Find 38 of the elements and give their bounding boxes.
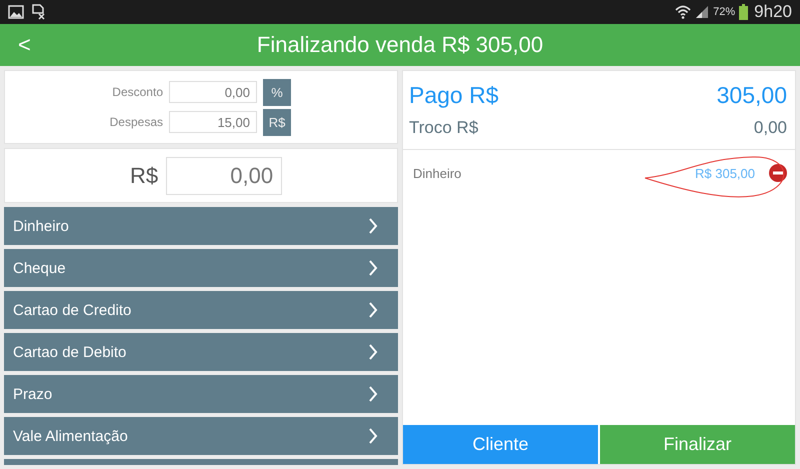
payment-method-item[interactable]: Cartao de Debito [4,333,398,371]
payment-method-item[interactable]: Prazo [4,375,398,413]
paid-label: Pago R$ [409,82,499,108]
chevron-icon [368,386,378,402]
signal-icon [695,5,710,19]
payment-method-item[interactable]: Vale Alimentação [4,417,398,455]
wifi-icon [675,5,692,19]
battery-percent: 72% [713,6,736,18]
payment-method-item[interactable]: Cheque [4,249,398,287]
paid-value: 305,00 [716,82,787,108]
chevron-icon [368,260,378,276]
input-field[interactable]: 0,00 [169,81,257,103]
unit-button[interactable]: % [263,78,291,106]
amount-field[interactable]: 0,00 [166,156,282,194]
chevron-icon [368,302,378,318]
chevron-icon [368,428,378,444]
field-label: Despesas [108,115,163,129]
back-button[interactable]: < [12,30,37,60]
change-value: 0,00 [754,118,787,138]
unit-button[interactable]: R$ [263,108,291,136]
action-button[interactable]: Finalizar [600,425,795,464]
action-button[interactable]: Cliente [403,425,598,464]
clock: 9h20 [754,2,792,22]
screen-title: Finalizando venda R$ 305,00 [256,32,544,58]
chevron-icon [368,344,378,360]
payment-method-item[interactable]: Dinheiro [4,207,398,245]
image-icon [8,5,24,19]
currency-label: R$ [130,162,158,188]
remove-icon[interactable] [769,164,787,182]
input-field[interactable]: 15,00 [169,111,257,133]
change-label: Troco R$ [409,118,478,138]
payment-amount: R$ 305,00 [695,166,755,180]
payment-method: Dinheiro [413,166,462,180]
field-label: Desconto [111,85,163,99]
chevron-icon [368,218,378,234]
payment-method-item[interactable]: Cartao de Credito [4,291,398,329]
document-icon [32,4,46,20]
battery-icon [739,4,748,20]
